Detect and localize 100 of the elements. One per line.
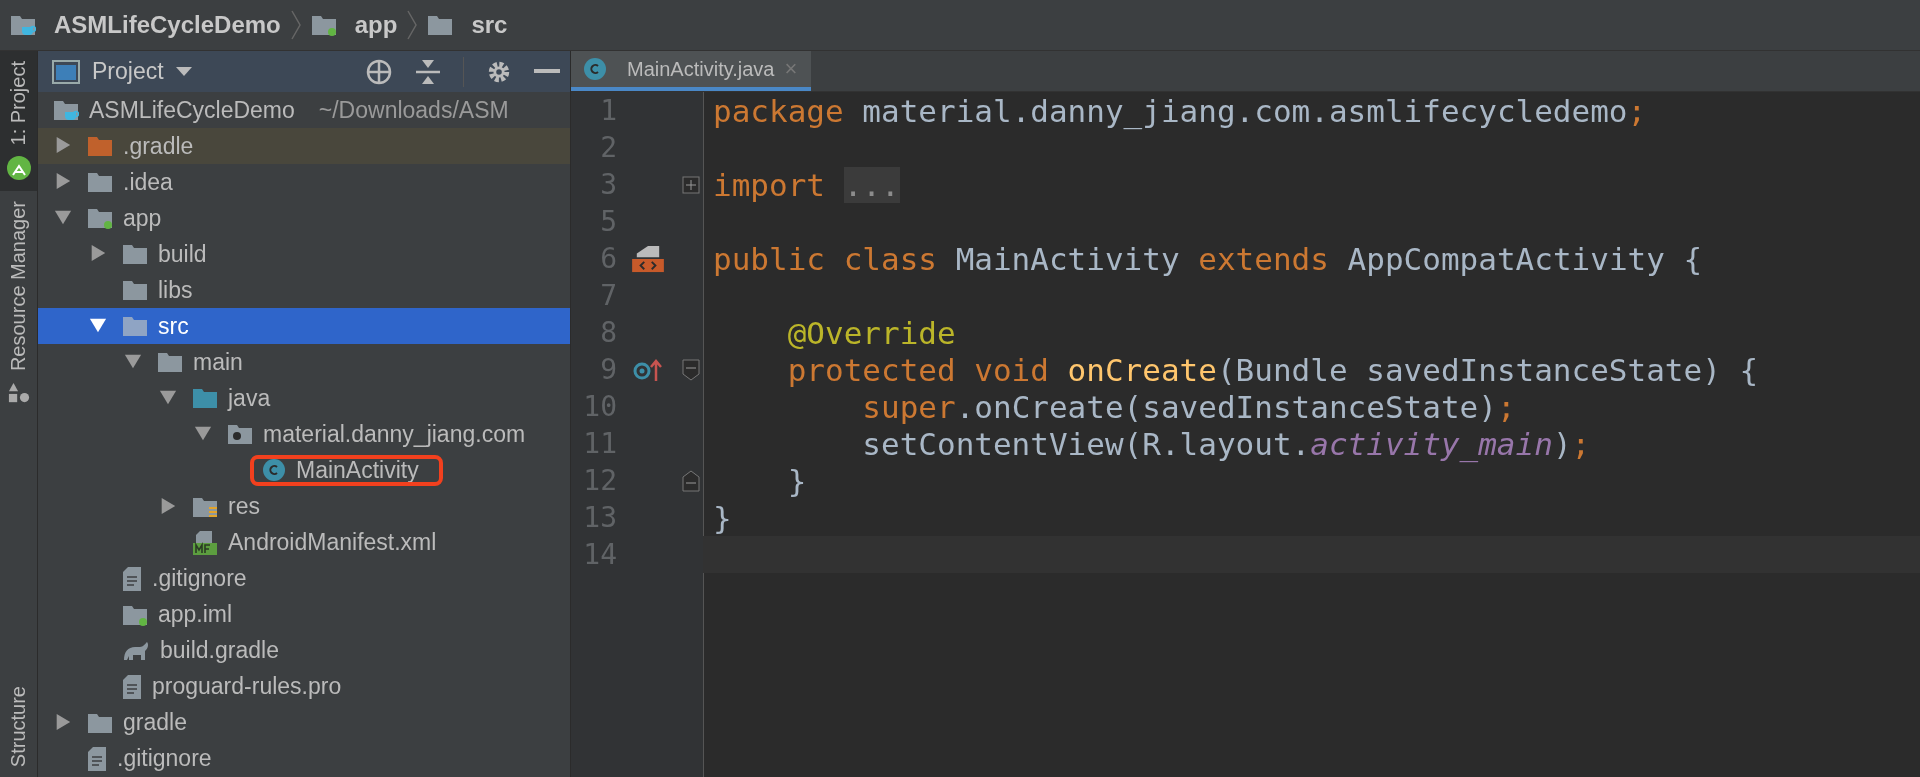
editor-tab[interactable]: MainActivity.java ×	[571, 51, 812, 91]
crosshair-icon[interactable]	[365, 57, 393, 86]
class-icon	[583, 57, 607, 81]
window-icon	[52, 59, 80, 84]
tree-item-label: libs	[158, 276, 193, 304]
tool-window-label: Resource Manager	[7, 201, 30, 372]
android-icon	[5, 155, 32, 182]
tree-item-label: main	[193, 348, 243, 376]
folder-icon	[53, 99, 79, 121]
tree-item-label: proguard-rules.pro	[152, 673, 342, 701]
breadcrumb-item[interactable]: ASMLifeCycleDemo	[54, 11, 281, 39]
tree-row[interactable]: .idea	[38, 164, 570, 201]
tree-item-label: AndroidManifest.xml	[228, 529, 437, 557]
tree-item-label: src	[158, 312, 189, 340]
tree-row[interactable]: libs	[38, 272, 570, 309]
code-line: import ...	[712, 166, 901, 203]
tree-item-label: .gradle	[123, 132, 194, 160]
tree-item-label: MainActivity	[296, 457, 419, 484]
chevron-icon	[407, 10, 418, 40]
tree-row[interactable]: build.gradle	[38, 632, 570, 669]
module-file-icon	[122, 603, 148, 626]
collapsed-arrow-icon[interactable]	[54, 136, 72, 155]
layout-link-icon[interactable]	[631, 244, 665, 273]
code-line: @Override	[786, 314, 957, 351]
folder-icon	[87, 135, 113, 158]
text-file-icon	[87, 745, 107, 772]
tree-row[interactable]: java	[38, 380, 570, 417]
tree-row[interactable]: proguard-rules.pro	[38, 668, 570, 705]
code-line: super.onCreate(savedInstanceState);	[861, 388, 1517, 425]
tool-window-label: 1: Project	[7, 61, 30, 146]
class-icon	[262, 458, 286, 483]
collapsed-arrow-icon[interactable]	[54, 172, 72, 191]
minimize-icon[interactable]	[534, 68, 560, 75]
code-line: package material.danny_jiang.com.asmlifecycledemo;	[712, 92, 1648, 129]
tree-item-label: java	[228, 384, 271, 412]
folder-icon	[87, 207, 113, 230]
tree-row[interactable]: material.danny_jiang.com	[38, 416, 570, 453]
tree-row[interactable]: AndroidManifest.xml	[38, 524, 570, 561]
chevron-icon	[290, 10, 301, 40]
folder-icon	[87, 171, 113, 194]
view-dropdown[interactable]: Project	[52, 58, 192, 85]
folder-icon	[427, 14, 454, 36]
tree-row[interactable]: app	[38, 200, 570, 237]
project-path: ~/Downloads/ASM	[318, 96, 509, 124]
project-icon	[10, 14, 36, 36]
tree-row[interactable]: src	[38, 308, 570, 345]
expand-fold-icon[interactable]	[682, 175, 700, 194]
folder-icon	[192, 495, 218, 518]
tree-item-label: ASMLifeCycleDemo	[89, 96, 295, 124]
folder-icon	[122, 315, 148, 338]
folder-icon	[122, 243, 148, 266]
collapsed-arrow-icon[interactable]	[159, 496, 177, 515]
tree-row[interactable]: gradle	[38, 704, 570, 741]
module-icon	[310, 14, 337, 36]
collapsed-arrow-icon[interactable]	[54, 712, 72, 731]
collapse-fold-icon[interactable]	[682, 358, 700, 381]
tree-item-label: material.danny_jiang.com	[263, 420, 526, 448]
code-line: protected void onCreate(Bundle savedInstanceState) {	[786, 351, 1760, 388]
collapse-all-icon[interactable]	[415, 57, 441, 86]
code-line: }	[712, 499, 733, 536]
shapes-icon	[7, 381, 30, 404]
tree-row[interactable]: app.iml	[38, 596, 570, 633]
tree-item-label: .gitignore	[152, 565, 247, 593]
tree-item-label: app	[123, 204, 162, 232]
tree-item-label: build.gradle	[160, 637, 279, 665]
tree-item-label: build	[158, 240, 207, 268]
code-line: setContentView(R.layout.activity_main);	[861, 425, 1592, 462]
folder-icon	[87, 711, 113, 734]
tool-window-tab[interactable]: 1: Project	[0, 51, 37, 192]
code-line: public class MainActivity extends AppCompatActivity {	[712, 240, 1704, 277]
tool-window-tab[interactable]: Resource Manager	[0, 191, 37, 414]
folder-icon	[192, 387, 218, 410]
manifest-file-icon	[192, 530, 218, 555]
code-line: }	[786, 462, 808, 499]
caret-icon	[175, 66, 192, 77]
text-file-icon	[122, 565, 142, 592]
tree-row[interactable]: .gradle	[38, 128, 570, 165]
tree-row[interactable]: res	[38, 488, 570, 525]
tool-window-tab[interactable]: Structure	[0, 675, 37, 777]
folder-icon	[157, 351, 183, 374]
package-icon	[227, 423, 253, 446]
tree-row[interactable]: main	[38, 344, 570, 381]
tree-item-label: res	[228, 493, 260, 521]
breadcrumb-item[interactable]: app	[354, 11, 398, 39]
collapsed-arrow-icon[interactable]	[89, 244, 107, 263]
tree-item-label: .idea	[123, 168, 173, 196]
override-icon[interactable]	[633, 357, 663, 382]
text-file-icon	[122, 673, 142, 700]
tree-row[interactable]: build	[38, 236, 570, 273]
folder-icon	[122, 279, 148, 302]
breadcrumb-item[interactable]: src	[471, 11, 508, 39]
tree-row[interactable]: .gitignore	[38, 560, 570, 597]
tree-item-label: app.iml	[158, 601, 233, 629]
tree-row[interactable]: .gitignore	[38, 740, 570, 777]
tree-row[interactable]: ASMLifeCycleDemo ~/Downloads/ASM	[38, 92, 570, 129]
tree-row[interactable]: MainActivity	[38, 452, 570, 489]
tree-item-label: .gitignore	[117, 745, 212, 773]
tool-window-label: Structure	[7, 685, 30, 767]
tree-item-label: gradle	[123, 709, 187, 737]
fold-end-icon[interactable]	[682, 469, 700, 492]
